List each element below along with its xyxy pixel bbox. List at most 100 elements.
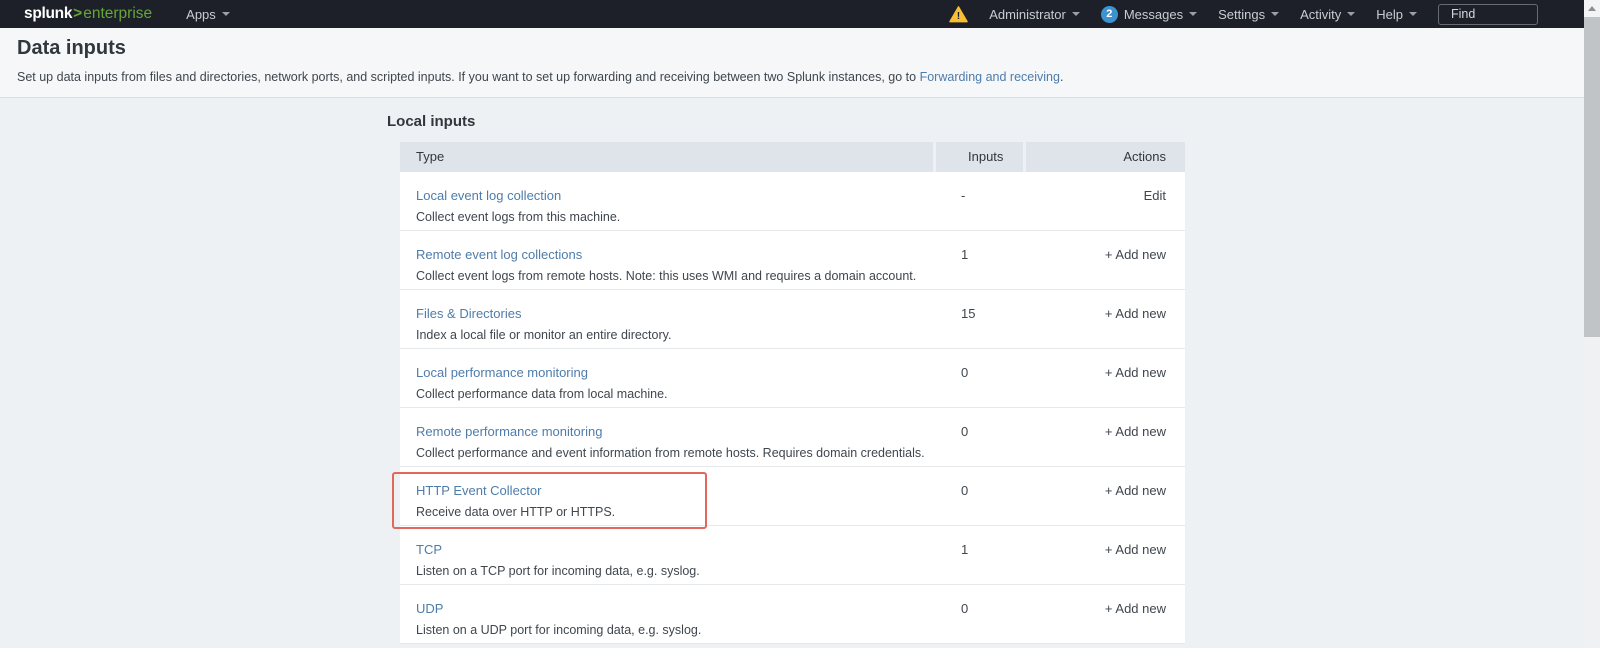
settings-menu[interactable]: Settings: [1218, 7, 1279, 22]
row-inputs-count: 0: [936, 467, 1026, 525]
inputs-table: Type Inputs Actions Local event log coll…: [400, 142, 1185, 644]
row-action-link[interactable]: Edit: [1144, 188, 1166, 203]
find-search-input[interactable]: [1438, 4, 1538, 25]
row-inputs-count: -: [936, 172, 1026, 230]
input-type-description: Listen on a UDP port for incoming data, …: [416, 623, 936, 637]
input-type-link[interactable]: Files & Directories: [416, 306, 521, 321]
page-subtitle: Set up data inputs from files and direct…: [17, 70, 1063, 84]
row-inputs-count: 1: [936, 526, 1026, 584]
row-action-link[interactable]: + Add new: [1105, 424, 1166, 439]
caret-down-icon: [1271, 12, 1279, 16]
input-type-description: Receive data over HTTP or HTTPS.: [416, 505, 936, 519]
column-header-actions: Actions: [1026, 142, 1185, 172]
input-type-link[interactable]: Remote event log collections: [416, 247, 582, 262]
page-subtitle-period: .: [1060, 70, 1063, 84]
row-inputs-count: 0: [936, 585, 1026, 643]
splunk-logo[interactable]: splunk > enterprise: [24, 5, 152, 23]
table-row: UDP Listen on a UDP port for incoming da…: [400, 585, 1185, 644]
table-row: Files & Directories Index a local file o…: [400, 290, 1185, 349]
table-row: Local event log collection Collect event…: [400, 172, 1185, 231]
row-type-cell: Local performance monitoring Collect per…: [400, 349, 936, 407]
row-type-cell: UDP Listen on a UDP port for incoming da…: [400, 585, 936, 643]
row-action-link[interactable]: + Add new: [1105, 542, 1166, 557]
row-inputs-count: 1: [936, 231, 1026, 289]
activity-menu[interactable]: Activity: [1300, 7, 1355, 22]
scroll-up-icon: [1588, 6, 1596, 11]
row-inputs-count: 0: [936, 408, 1026, 466]
inputs-table-body: Local event log collection Collect event…: [400, 172, 1185, 644]
caret-down-icon: [222, 12, 230, 16]
row-type-cell: Remote event log collections Collect eve…: [400, 231, 936, 289]
row-inputs-count: 15: [936, 290, 1026, 348]
scrollbar-thumb[interactable]: [1584, 17, 1600, 337]
inputs-table-header: Type Inputs Actions: [400, 142, 1185, 172]
activity-menu-label: Activity: [1300, 7, 1341, 22]
row-type-cell: Local event log collection Collect event…: [400, 172, 936, 230]
vertical-scrollbar: [1584, 0, 1600, 648]
row-type-cell: Remote performance monitoring Collect pe…: [400, 408, 936, 466]
input-type-description: Index a local file or monitor an entire …: [416, 328, 936, 342]
input-type-description: Collect event logs from this machine.: [416, 210, 936, 224]
logo-brand: splunk: [24, 5, 72, 23]
input-type-link[interactable]: TCP: [416, 542, 442, 557]
row-actions-cell: + Add new: [1026, 349, 1185, 407]
input-type-link[interactable]: Local event log collection: [416, 188, 561, 203]
topbar: splunk > enterprise Apps ! Administrator…: [0, 0, 1584, 28]
row-actions-cell: + Add new: [1026, 526, 1185, 584]
caret-down-icon: [1189, 12, 1197, 16]
warning-icon[interactable]: !: [949, 6, 968, 23]
user-menu-administrator[interactable]: Administrator: [989, 7, 1080, 22]
topbar-right: ! Administrator 2 Messages Settings Acti…: [949, 4, 1538, 25]
page-subtitle-text: Set up data inputs from files and direct…: [17, 70, 920, 84]
settings-menu-label: Settings: [1218, 7, 1265, 22]
caret-down-icon: [1072, 12, 1080, 16]
local-inputs-section: Local inputs Type Inputs Actions Local e…: [387, 113, 1185, 644]
input-type-description: Collect performance and event informatio…: [416, 446, 936, 460]
svg-text:!: !: [957, 11, 960, 22]
row-inputs-count: 0: [936, 349, 1026, 407]
table-row: Remote event log collections Collect eve…: [400, 231, 1185, 290]
scrollbar-up-button[interactable]: [1584, 0, 1600, 17]
messages-menu-label: Messages: [1124, 7, 1183, 22]
content-area: Local inputs Type Inputs Actions Local e…: [0, 99, 1584, 648]
input-type-link[interactable]: Local performance monitoring: [416, 365, 588, 380]
row-type-cell: Files & Directories Index a local file o…: [400, 290, 936, 348]
messages-menu[interactable]: 2 Messages: [1101, 6, 1197, 23]
page-title: Data inputs: [17, 37, 126, 60]
logo-gt-icon: >: [73, 5, 82, 23]
table-row: HTTP Event Collector Receive data over H…: [400, 467, 1185, 526]
row-action-link[interactable]: + Add new: [1105, 306, 1166, 321]
row-actions-cell: + Add new: [1026, 290, 1185, 348]
input-type-link[interactable]: UDP: [416, 601, 443, 616]
caret-down-icon: [1347, 12, 1355, 16]
input-type-link[interactable]: HTTP Event Collector: [416, 483, 541, 498]
user-menu-label: Administrator: [989, 7, 1066, 22]
logo-product: enterprise: [83, 5, 152, 23]
input-type-description: Collect performance data from local mach…: [416, 387, 936, 401]
row-actions-cell: + Add new: [1026, 231, 1185, 289]
row-type-cell: TCP Listen on a TCP port for incoming da…: [400, 526, 936, 584]
section-heading: Local inputs: [387, 113, 1185, 130]
row-action-link[interactable]: + Add new: [1105, 483, 1166, 498]
column-header-inputs: Inputs: [936, 142, 1023, 172]
row-action-link[interactable]: + Add new: [1105, 365, 1166, 380]
help-menu-label: Help: [1376, 7, 1403, 22]
row-actions-cell: + Add new: [1026, 585, 1185, 643]
apps-menu-label: Apps: [186, 7, 216, 22]
row-action-link[interactable]: + Add new: [1105, 247, 1166, 262]
row-actions-cell: Edit: [1026, 172, 1185, 230]
row-actions-cell: + Add new: [1026, 408, 1185, 466]
messages-count-badge: 2: [1101, 6, 1118, 23]
row-type-cell: HTTP Event Collector Receive data over H…: [400, 467, 936, 525]
table-row: Remote performance monitoring Collect pe…: [400, 408, 1185, 467]
row-actions-cell: + Add new: [1026, 467, 1185, 525]
help-menu[interactable]: Help: [1376, 7, 1417, 22]
table-row: Local performance monitoring Collect per…: [400, 349, 1185, 408]
row-action-link[interactable]: + Add new: [1105, 601, 1166, 616]
input-type-description: Collect event logs from remote hosts. No…: [416, 269, 936, 283]
forwarding-receiving-link[interactable]: Forwarding and receiving: [920, 70, 1060, 84]
page-header: Data inputs Set up data inputs from file…: [0, 28, 1584, 98]
input-type-link[interactable]: Remote performance monitoring: [416, 424, 602, 439]
apps-menu[interactable]: Apps: [186, 7, 230, 22]
input-type-description: Listen on a TCP port for incoming data, …: [416, 564, 936, 578]
